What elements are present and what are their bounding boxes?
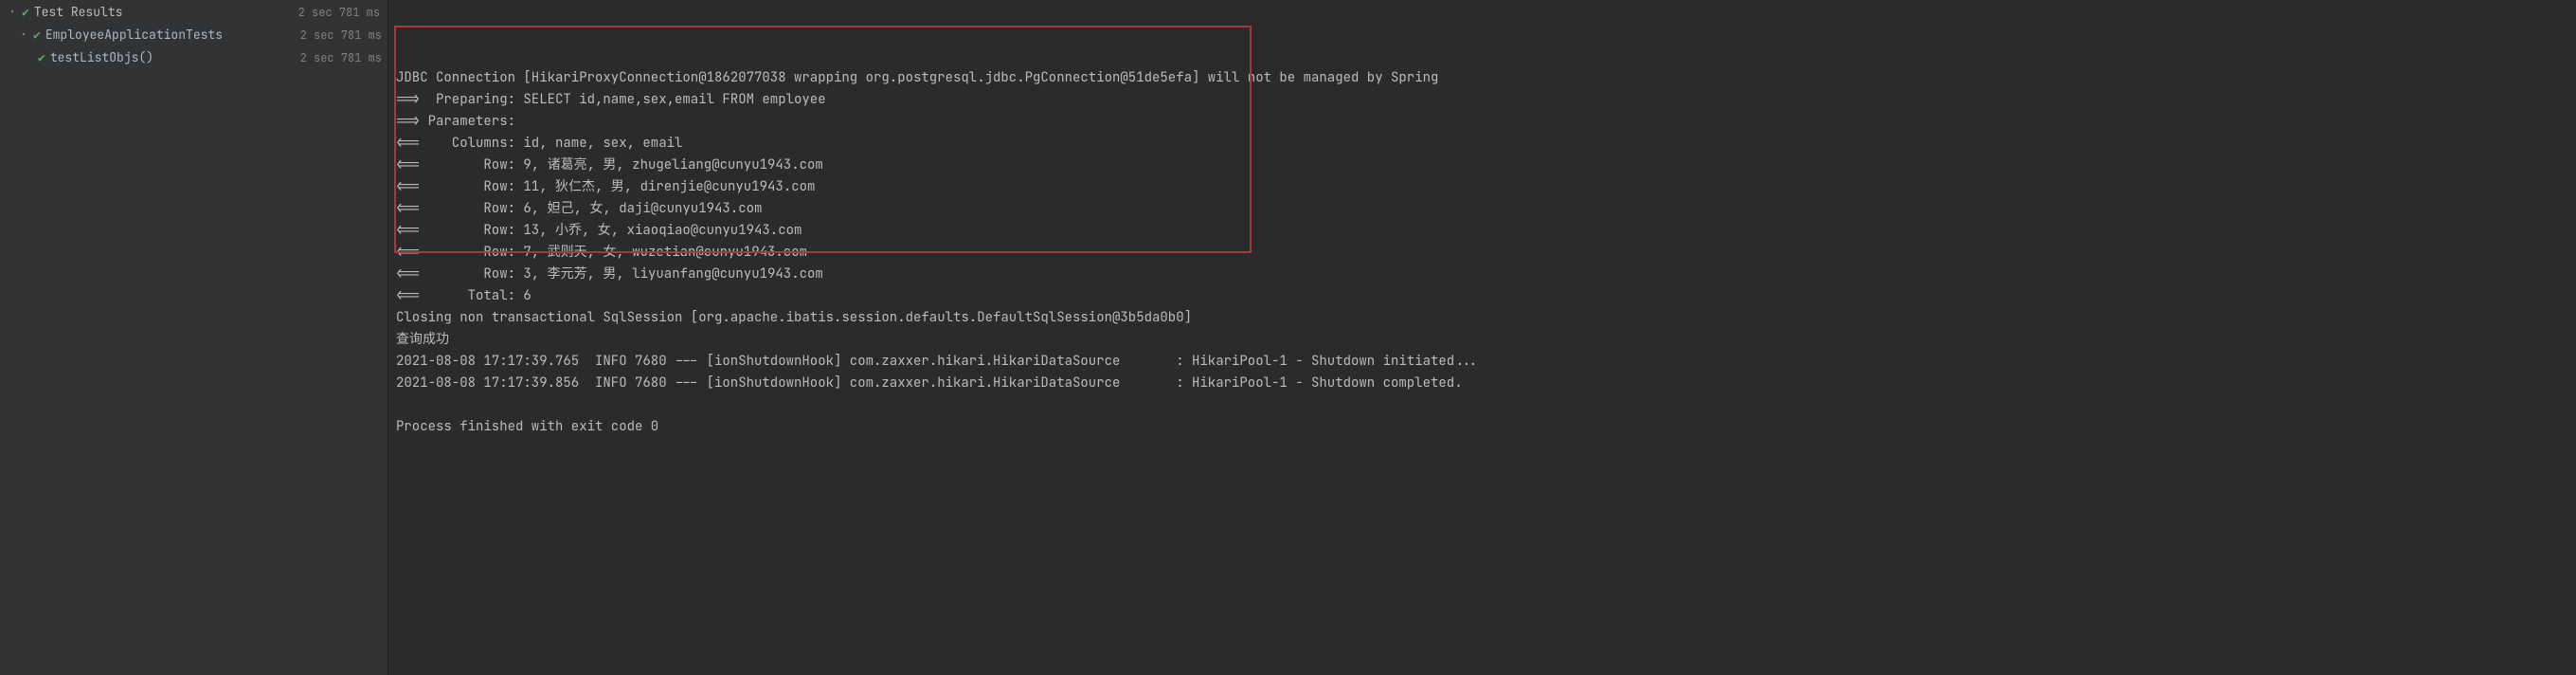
tree-item-label: EmployeeApplicationTests — [45, 26, 223, 45]
console-line: <== Row: 9, 诸葛亮, 男, zhugeliang@cunyu1943… — [396, 155, 2568, 176]
console-line: JDBC Connection [HikariProxyConnection@1… — [396, 67, 2568, 89]
test-results-title: Test Results — [34, 4, 123, 20]
console-line: <== Row: 6, 妲己, 女, daji@cunyu1943.com — [396, 198, 2568, 220]
console-line: ==> Parameters: — [396, 111, 2568, 133]
test-results-header[interactable]: ▾ ✔ Test Results 2 sec 781 ms — [0, 0, 387, 24]
tree-item-label: testListObjs() — [50, 48, 153, 67]
console-line: <== Row: 7, 武则天, 女, wuzetian@cunyu1943.c… — [396, 242, 2568, 264]
chevron-down-icon: ▾ — [19, 26, 28, 45]
chevron-down-icon: ▾ — [8, 6, 17, 18]
console-line: 2021-08-08 17:17:39.856 INFO 7680 --- [i… — [396, 373, 2568, 394]
tree-item-time: 2 sec 781 ms — [300, 26, 382, 45]
console-line: Closing non transactional SqlSession [or… — [396, 307, 2568, 329]
console-line: <== Total: 6 — [396, 285, 2568, 307]
console-line: 查询成功 — [396, 329, 2568, 351]
console-line: <== Row: 3, 李元芳, 男, liyuanfang@cunyu1943… — [396, 264, 2568, 285]
console-line: <== Row: 13, 小乔, 女, xiaoqiao@cunyu1943.c… — [396, 220, 2568, 242]
check-icon: ✔ — [38, 48, 45, 67]
test-tree-item[interactable]: ✔ testListObjs() 2 sec 781 ms — [0, 46, 387, 69]
console-line: 2021-08-08 17:17:39.765 INFO 7680 --- [i… — [396, 351, 2568, 373]
console-line: <== Columns: id, name, sex, email — [396, 133, 2568, 155]
test-results-panel: ▾ ✔ Test Results 2 sec 781 ms ▾✔Employee… — [0, 0, 388, 675]
console-line: Process finished with exit code 0 — [396, 416, 2568, 438]
check-icon: ✔ — [22, 4, 29, 20]
console-line — [396, 394, 2568, 416]
test-tree-item[interactable]: ▾ ✔EmployeeApplicationTests 2 sec 781 ms — [0, 24, 387, 46]
console-output[interactable]: JDBC Connection [HikariProxyConnection@1… — [388, 0, 2576, 675]
console-line: ==> Preparing: SELECT id,name,sex,email … — [396, 89, 2568, 111]
test-results-time: 2 sec 781 ms — [298, 5, 380, 20]
console-line: <== Row: 11, 狄仁杰, 男, direnjie@cunyu1943.… — [396, 176, 2568, 198]
tree-item-time: 2 sec 781 ms — [300, 48, 382, 67]
check-icon: ✔ — [33, 26, 41, 45]
